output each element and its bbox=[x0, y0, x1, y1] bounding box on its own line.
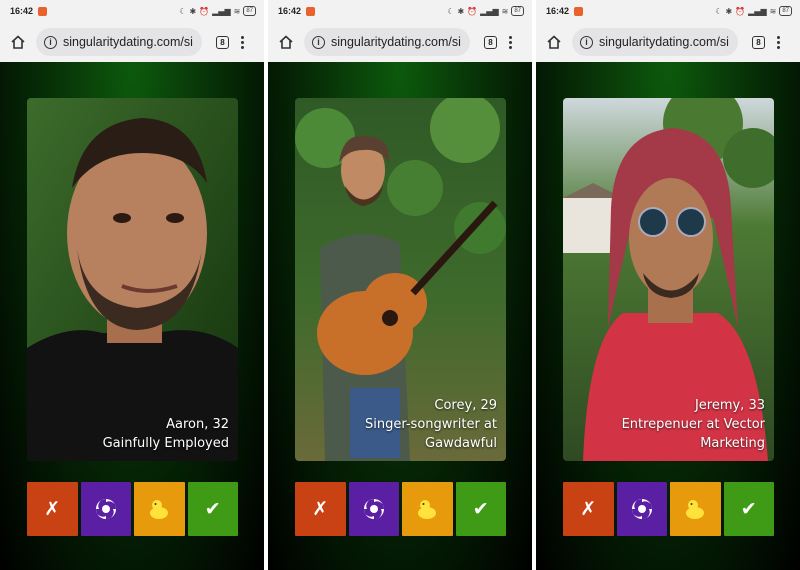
info-icon[interactable]: i bbox=[44, 35, 57, 49]
profile-tagline: Singer-songwriter at Gawdawful bbox=[365, 417, 497, 451]
browser-toolbar: i singularitydating.com/si 8 bbox=[0, 22, 264, 62]
portal-button[interactable] bbox=[348, 482, 399, 536]
reject-button[interactable]: ✗ bbox=[563, 482, 614, 536]
address-bar[interactable]: i singularitydating.com/si bbox=[572, 28, 738, 56]
wifi-icon: ≋ bbox=[769, 6, 777, 16]
status-bar: 16:42 ☾ ✱ ⏰ ▂▄▆ ≋ 87 bbox=[536, 0, 800, 22]
accept-button[interactable]: ✔ bbox=[187, 482, 238, 536]
status-bar: 16:42 ☾ ✱ ⏰ ▂▄▆ ≋ 87 bbox=[0, 0, 264, 22]
rubber-duck-icon bbox=[683, 500, 705, 519]
status-time: 16:42 bbox=[10, 6, 34, 16]
tab-switcher-button[interactable]: 8 bbox=[216, 35, 229, 49]
x-mark-icon: ✗ bbox=[44, 498, 61, 520]
url-text: singularitydating.com/si bbox=[63, 35, 193, 49]
check-mark-icon: ✔ bbox=[472, 498, 489, 520]
moon-icon: ☾ bbox=[715, 6, 723, 16]
alarm-icon: ⏰ bbox=[735, 6, 746, 16]
browser-toolbar: i singularitydating.com/si 8 bbox=[268, 22, 532, 62]
x-mark-icon: ✗ bbox=[312, 498, 329, 520]
status-time: 16:42 bbox=[278, 6, 302, 16]
x-mark-icon: ✗ bbox=[580, 498, 597, 520]
check-mark-icon: ✔ bbox=[740, 498, 757, 520]
moon-icon: ☾ bbox=[179, 6, 187, 16]
url-text: singularitydating.com/si bbox=[331, 35, 461, 49]
rubber-duck-icon bbox=[415, 500, 437, 519]
more-menu-icon[interactable] bbox=[241, 35, 244, 49]
battery-icon: 87 bbox=[511, 6, 524, 16]
check-mark-icon: ✔ bbox=[204, 498, 221, 520]
swirl-icon bbox=[363, 498, 384, 520]
accept-button[interactable]: ✔ bbox=[723, 482, 774, 536]
app-area: Jeremy, 33 Entrepenuer at Vector Marketi… bbox=[536, 62, 800, 570]
alarm-icon: ⏰ bbox=[199, 6, 210, 16]
profile-card[interactable]: Corey, 29 Singer-songwriter at Gawdawful bbox=[295, 98, 506, 461]
super-like-duck-button[interactable] bbox=[134, 482, 185, 536]
tab-switcher-button[interactable]: 8 bbox=[752, 35, 765, 49]
more-menu-icon[interactable] bbox=[509, 35, 512, 49]
signal-icon: ▂▄▆ bbox=[480, 6, 499, 16]
action-buttons: ✗ ✔ bbox=[27, 482, 238, 536]
url-text: singularitydating.com/si bbox=[599, 35, 729, 49]
notification-icon bbox=[38, 6, 48, 16]
notification-icon bbox=[306, 6, 316, 16]
status-icons: ☾ ✱ ⏰ ▂▄▆ ≋ 87 bbox=[179, 6, 256, 16]
action-buttons: ✗ ✔ bbox=[295, 482, 506, 536]
home-icon[interactable] bbox=[544, 32, 564, 52]
signal-icon: ▂▄▆ bbox=[748, 6, 767, 16]
tab-switcher-button[interactable]: 8 bbox=[484, 35, 497, 49]
status-bar: 16:42 ☾ ✱ ⏰ ▂▄▆ ≋ 87 bbox=[268, 0, 532, 22]
profile-tagline: Entrepenuer at Vector Marketing bbox=[621, 417, 765, 451]
alarm-icon: ⏰ bbox=[467, 6, 478, 16]
bluetooth-icon: ✱ bbox=[725, 6, 733, 16]
wifi-icon: ≋ bbox=[501, 6, 509, 16]
info-icon[interactable]: i bbox=[580, 35, 593, 49]
accept-button[interactable]: ✔ bbox=[455, 482, 506, 536]
super-like-duck-button[interactable] bbox=[670, 482, 721, 536]
portal-button[interactable] bbox=[80, 482, 131, 536]
browser-toolbar: i singularitydating.com/si 8 bbox=[536, 22, 800, 62]
profile-name-age: Aaron, 32 bbox=[166, 417, 229, 432]
address-bar[interactable]: i singularitydating.com/si bbox=[36, 28, 202, 56]
profile-card[interactable]: Aaron, 32 Gainfully Employed bbox=[27, 98, 238, 461]
reject-button[interactable]: ✗ bbox=[295, 482, 346, 536]
profile-name-age: Corey, 29 bbox=[434, 398, 497, 413]
info-icon[interactable]: i bbox=[312, 35, 325, 49]
profile-photo bbox=[27, 98, 238, 461]
app-area: Aaron, 32 Gainfully Employed ✗ ✔ bbox=[0, 62, 264, 570]
super-like-duck-button[interactable] bbox=[402, 482, 453, 536]
profile-caption: Jeremy, 33 Entrepenuer at Vector Marketi… bbox=[575, 396, 765, 453]
profile-name-age: Jeremy, 33 bbox=[694, 398, 765, 413]
profile-caption: Corey, 29 Singer-songwriter at Gawdawful bbox=[307, 396, 497, 453]
notification-icon bbox=[574, 6, 584, 16]
profile-card[interactable]: Jeremy, 33 Entrepenuer at Vector Marketi… bbox=[563, 98, 774, 461]
bluetooth-icon: ✱ bbox=[189, 6, 197, 16]
phone-screen-corey: 16:42 ☾ ✱ ⏰ ▂▄▆ ≋ 87 i singularitydating… bbox=[268, 0, 532, 570]
battery-icon: 87 bbox=[779, 6, 792, 16]
phone-screen-aaron: 16:42 ☾ ✱ ⏰ ▂▄▆ ≋ 87 i singularitydating… bbox=[0, 0, 264, 570]
bluetooth-icon: ✱ bbox=[457, 6, 465, 16]
portal-button[interactable] bbox=[616, 482, 667, 536]
app-area: Corey, 29 Singer-songwriter at Gawdawful… bbox=[268, 62, 532, 570]
wifi-icon: ≋ bbox=[233, 6, 241, 16]
profile-tagline: Gainfully Employed bbox=[102, 436, 229, 451]
phone-screen-jeremy: 16:42 ☾ ✱ ⏰ ▂▄▆ ≋ 87 i singularitydating… bbox=[536, 0, 800, 570]
swirl-icon bbox=[631, 498, 652, 520]
reject-button[interactable]: ✗ bbox=[27, 482, 78, 536]
profile-caption: Aaron, 32 Gainfully Employed bbox=[39, 415, 229, 453]
action-buttons: ✗ ✔ bbox=[563, 482, 774, 536]
home-icon[interactable] bbox=[8, 32, 28, 52]
address-bar[interactable]: i singularitydating.com/si bbox=[304, 28, 470, 56]
more-menu-icon[interactable] bbox=[777, 35, 780, 49]
battery-icon: 87 bbox=[243, 6, 256, 16]
home-icon[interactable] bbox=[276, 32, 296, 52]
status-icons: ☾ ✱ ⏰ ▂▄▆ ≋ 87 bbox=[447, 6, 524, 16]
status-time: 16:42 bbox=[546, 6, 570, 16]
rubber-duck-icon bbox=[147, 500, 169, 519]
swirl-icon bbox=[95, 498, 116, 520]
signal-icon: ▂▄▆ bbox=[212, 6, 231, 16]
moon-icon: ☾ bbox=[447, 6, 455, 16]
status-icons: ☾ ✱ ⏰ ▂▄▆ ≋ 87 bbox=[715, 6, 792, 16]
